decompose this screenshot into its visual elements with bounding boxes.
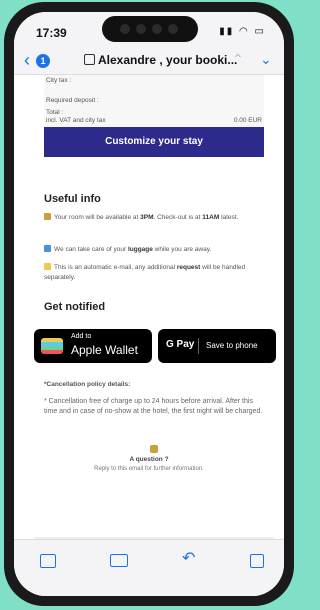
automatic-email-text: This is an automatic e-mail, any additio… bbox=[44, 263, 246, 281]
customize-stay-button[interactable]: Customize your stay bbox=[44, 127, 264, 157]
get-notified-title: Get notified bbox=[44, 301, 106, 313]
add-to-apple-wallet-button[interactable]: Add to Apple Wallet bbox=[34, 329, 152, 363]
city-tax-label: City tax : bbox=[46, 77, 72, 84]
back-icon[interactable]: ‹ bbox=[24, 50, 30, 71]
archive-icon[interactable] bbox=[40, 554, 56, 568]
warning-icon bbox=[44, 263, 51, 270]
sensor-dot bbox=[168, 24, 178, 34]
google-pay-logo: G Pay bbox=[166, 339, 195, 350]
camera-notch bbox=[102, 16, 198, 42]
sensor-dot bbox=[152, 24, 162, 34]
reply-icon[interactable]: ↶ bbox=[182, 548, 195, 568]
checkbox-icon bbox=[84, 54, 95, 65]
signal-wifi-battery-icons: ▮▮ ◠ ▭ bbox=[219, 26, 266, 37]
price-summary: City tax : Required deposit : Total : in… bbox=[44, 75, 264, 127]
phone-screen: 17:39 ▮▮ ◠ ▭ ‹ 1 Alexandre , your booki.… bbox=[14, 12, 284, 596]
wallet-icon bbox=[41, 338, 63, 354]
wallet-small-label: Add to bbox=[71, 333, 92, 340]
gpay-label: Save to phone bbox=[206, 341, 258, 350]
bell-icon bbox=[150, 445, 158, 453]
email-subject: Alexandre , your booki... bbox=[98, 53, 238, 67]
email-body: City tax : Required deposit : Total : in… bbox=[14, 75, 284, 596]
sensor-dot bbox=[120, 24, 130, 34]
luggage-icon bbox=[44, 245, 51, 252]
total-value: 0.00 EUR bbox=[233, 117, 262, 124]
mail-toolbar: ↶ bbox=[14, 539, 284, 596]
folder-icon[interactable] bbox=[110, 554, 128, 567]
total-note: incl. VAT and city tax bbox=[46, 117, 106, 124]
save-to-google-pay-button[interactable]: G Pay Save to phone bbox=[158, 329, 276, 363]
unread-count-badge: 1 bbox=[36, 54, 50, 68]
luggage-text: We can take care of your luggage while y… bbox=[44, 245, 266, 255]
status-bar: 17:39 ▮▮ ◠ ▭ bbox=[14, 12, 284, 48]
status-time: 17:39 bbox=[36, 26, 67, 40]
question-title: A question ? bbox=[129, 456, 169, 463]
phone-frame: 17:39 ▮▮ ◠ ▭ ‹ 1 Alexandre , your booki.… bbox=[4, 2, 294, 606]
question-subtitle: Reply to this email for further informat… bbox=[94, 466, 204, 472]
wallet-main-label: Apple Wallet bbox=[71, 343, 138, 357]
previous-email-icon[interactable]: ⌃ bbox=[232, 51, 244, 68]
next-email-icon[interactable]: ⌄ bbox=[260, 51, 272, 68]
total-label: Total : bbox=[46, 109, 64, 116]
cancellation-policy-text: * Cancellation free of charge up to 24 h… bbox=[44, 398, 263, 415]
useful-info-title: Useful info bbox=[44, 193, 101, 205]
room-availability-text: Your room will be available at 3PM. Chec… bbox=[44, 213, 266, 223]
cancellation-policy-title: *Cancellation policy details: bbox=[44, 381, 131, 388]
sensor-dot bbox=[136, 24, 146, 34]
deposit-label: Required deposit : bbox=[46, 97, 99, 104]
divider bbox=[198, 338, 199, 354]
mail-navbar: ‹ 1 Alexandre , your booki... ⌃ ⌄ bbox=[14, 48, 284, 75]
key-icon bbox=[44, 213, 51, 220]
compose-icon[interactable] bbox=[250, 554, 264, 568]
